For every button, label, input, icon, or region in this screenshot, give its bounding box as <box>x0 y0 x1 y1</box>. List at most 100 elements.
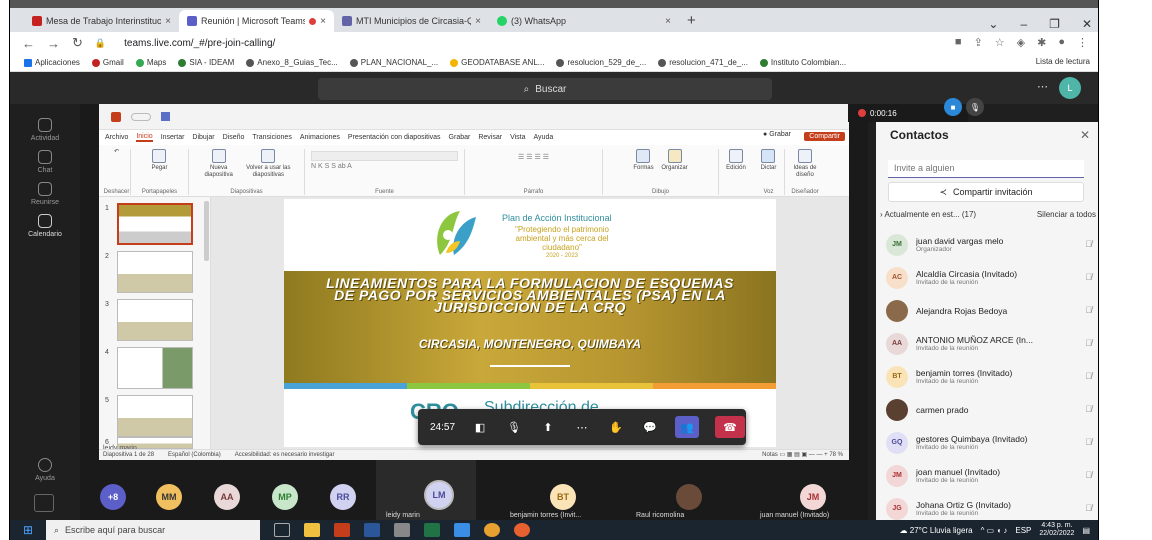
language-status[interactable]: Español (Colombia) <box>168 452 221 458</box>
slide-thumbnail-3[interactable] <box>117 299 193 341</box>
menu-transiciones[interactable]: Transiciones <box>252 134 291 141</box>
participant-row[interactable]: JM juan david vargas melo Organizador 🎙̸ <box>886 228 1096 261</box>
participant-avatar[interactable]: RR <box>330 484 356 510</box>
teams-search[interactable]: ⌕ Buscar <box>318 78 772 100</box>
excel-icon[interactable] <box>424 523 440 537</box>
speaker-avatar[interactable]: LM <box>424 480 454 510</box>
back-icon[interactable]: ← <box>22 36 35 51</box>
share-screen-icon[interactable]: ⬆ <box>539 420 557 434</box>
participant-avatar[interactable]: MP <box>272 484 298 510</box>
editing-button[interactable]: Edición <box>726 149 746 172</box>
new-tab-button[interactable]: + <box>687 10 696 32</box>
clock[interactable]: 4:43 p. m. 22/02/2022 <box>1039 522 1074 538</box>
participant-row[interactable]: AC Alcaldía Circasia (Invitado) Invitado d… <box>886 261 1096 294</box>
tab-search-icon[interactable]: ⌄ <box>988 17 998 31</box>
menu-grabar[interactable]: Grabar <box>449 134 471 141</box>
compartir-button[interactable]: Compartir <box>804 132 845 141</box>
menu-animaciones[interactable]: Animaciones <box>300 134 340 141</box>
browser-tab-whatsapp[interactable]: (3) WhatsApp × <box>489 10 679 32</box>
font-name-field[interactable] <box>311 151 458 161</box>
camera-icon[interactable]: ■ <box>955 36 962 49</box>
participant-row[interactable]: AA ANTONIO MUÑOZ ARCE (In... Invitado de l… <box>886 327 1096 360</box>
menu-archivo[interactable]: Archivo <box>105 134 128 141</box>
bookmark-plan[interactable]: PLAN_NACIONAL_... <box>349 58 438 67</box>
browser-tab-gmail[interactable]: Mesa de Trabajo Interinstitucion × <box>24 10 179 32</box>
more-options-icon[interactable]: ⋯ <box>1037 80 1048 93</box>
rail-activity[interactable]: Actividad <box>10 118 80 142</box>
star-icon[interactable]: ☆ <box>995 36 1005 49</box>
shapes-button[interactable]: Formas <box>633 149 654 172</box>
menu-icon[interactable]: ⋮ <box>1077 36 1088 49</box>
bookmark-resolucion-529[interactable]: resolucion_529_de_... <box>556 58 646 67</box>
forward-icon[interactable]: → <box>47 36 60 51</box>
share-invite-button[interactable]: ≺ Compartir invitación <box>888 182 1084 202</box>
menu-vista[interactable]: Vista <box>510 134 525 141</box>
participant-avatar[interactable]: AA <box>214 484 240 510</box>
slide-thumbnail-2[interactable] <box>117 251 193 293</box>
language-indicator[interactable]: ESP <box>1015 526 1031 535</box>
participant-avatar[interactable]: BT <box>550 484 576 510</box>
share-icon[interactable]: ⇪ <box>974 36 983 49</box>
browser-tab-forms[interactable]: MTI Municipios de Circasia-Quim × <box>334 10 489 32</box>
more-actions-icon[interactable]: ⋯ <box>573 420 591 434</box>
participant-row[interactable]: GQ gestores Quimbaya (Invitado) Invitado d… <box>886 426 1096 459</box>
close-tab-icon[interactable]: × <box>165 16 171 27</box>
tray-icons[interactable]: ^ ▭ ◖ ♪ <box>981 526 1008 535</box>
bookmark-maps[interactable]: Maps <box>135 58 166 67</box>
bookmark-geodatabase[interactable]: GEODATABASE ANL... <box>450 58 544 67</box>
slide-thumbnail-1[interactable] <box>117 203 193 245</box>
download-icon[interactable] <box>34 494 54 512</box>
participant-avatar[interactable]: MM <box>156 484 182 510</box>
menu-inicio[interactable]: Inicio <box>136 133 153 142</box>
bookmark-gmail[interactable]: Gmail <box>91 58 124 67</box>
browser-tab-teams[interactable]: Reunión | Microsoft Teams × <box>179 10 334 32</box>
bookmark-sia[interactable]: SIA - IDEAM <box>178 58 234 67</box>
participant-row[interactable]: BT benjamin torres (Invitado) Invitado de … <box>886 360 1096 393</box>
notifications-icon[interactable]: ▤ <box>1082 526 1090 535</box>
participants-icon[interactable]: 👥 <box>675 416 700 438</box>
mic-icon[interactable]: 🎙 <box>966 98 984 116</box>
menu-ayuda[interactable]: Ayuda <box>534 134 554 141</box>
menu-dibujar[interactable]: Dibujar <box>192 134 214 141</box>
task-view-icon[interactable] <box>274 523 290 537</box>
paste-button[interactable]: Pegar <box>151 149 168 172</box>
participant-avatar[interactable]: JM <box>800 484 826 510</box>
menu-insertar[interactable]: Insertar <box>161 134 185 141</box>
menu-diseno[interactable]: Diseño <box>223 134 245 141</box>
rail-chat[interactable]: Chat <box>10 150 80 174</box>
paragraph-buttons[interactable]: ☰ ☰ ☰ ☰ <box>465 149 602 161</box>
close-icon[interactable]: ✕ <box>1080 128 1090 142</box>
participant-row[interactable]: carmen prado 🎙̸ <box>886 393 1096 426</box>
reuse-slides-button[interactable]: Volver a usar las diapositivas <box>244 149 292 179</box>
invite-input[interactable]: Invite a alguien <box>888 160 1084 178</box>
close-tab-icon[interactable]: × <box>475 16 481 27</box>
participant-row[interactable]: Alejandra Rojas Bedoya 🎙̸ <box>886 294 1096 327</box>
minimize-button[interactable]: – <box>1020 17 1027 31</box>
slide-thumbnail-5[interactable] <box>117 395 193 437</box>
bookmark-apps[interactable]: Aplicaciones <box>24 58 80 67</box>
profile-icon[interactable]: ● <box>1058 36 1065 49</box>
word-icon[interactable] <box>364 523 380 537</box>
close-tab-icon[interactable]: × <box>320 16 326 27</box>
dictate-button[interactable]: Dictar <box>761 149 776 172</box>
rail-meet[interactable]: Reunirse <box>10 182 80 206</box>
section-header[interactable]: › Actualmente en est... (17) <box>880 210 976 219</box>
user-avatar[interactable]: L <box>1059 77 1081 99</box>
thumbnail-scrollbar[interactable] <box>204 201 209 261</box>
file-explorer-icon[interactable] <box>304 523 320 537</box>
mute-all-button[interactable]: Silenciar a todos <box>1037 210 1096 219</box>
new-slide-button[interactable]: Nueva diapositiva <box>201 149 237 179</box>
menu-revisar[interactable]: Revisar <box>478 134 502 141</box>
zoom-controls[interactable]: Notas ▭ ▦ ▤ ▣ — — + 78 % <box>762 451 843 458</box>
overflow-avatar[interactable]: +8 <box>100 484 126 510</box>
rail-help[interactable]: Ayuda <box>10 458 80 482</box>
reload-icon[interactable]: ↻ <box>72 35 83 51</box>
participant-photo[interactable] <box>676 484 702 510</box>
grabar-button[interactable]: ● Grabar <box>763 131 791 138</box>
arrange-button[interactable]: Organizar <box>661 149 688 172</box>
chrome-icon[interactable] <box>484 523 500 537</box>
chat-icon[interactable]: 💬 <box>641 420 659 434</box>
undo-button[interactable]: ↶ <box>114 149 119 156</box>
firefox-icon[interactable] <box>514 523 530 537</box>
taskbar-search[interactable]: ⌕ Escribe aquí para buscar <box>46 520 260 540</box>
